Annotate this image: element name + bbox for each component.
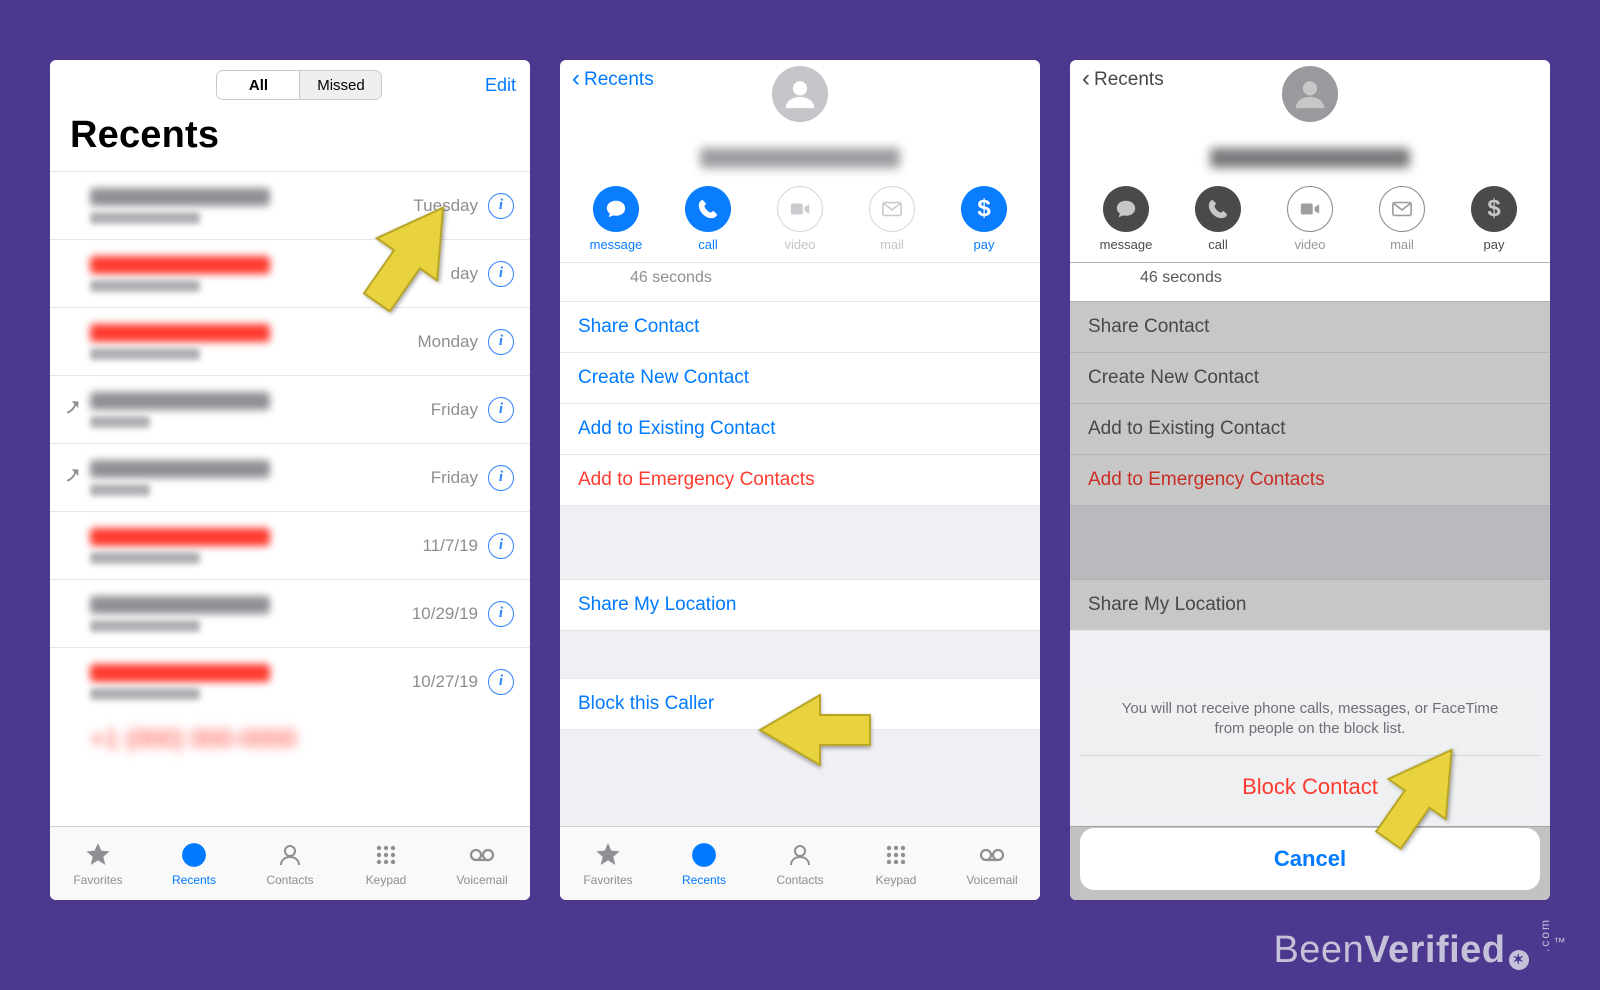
call-duration: 46 seconds bbox=[560, 262, 1040, 301]
clock-icon bbox=[180, 841, 208, 869]
tab-keypad[interactable]: Keypad bbox=[848, 827, 944, 900]
tab-contacts[interactable]: Contacts bbox=[752, 827, 848, 900]
segment-missed[interactable]: Missed bbox=[299, 71, 381, 99]
action-call[interactable]: call bbox=[672, 186, 744, 252]
screenshot-block-confirm: ‹ Recents message call video mail $pay 4… bbox=[1070, 60, 1550, 900]
person-icon bbox=[276, 841, 304, 869]
tab-voicemail[interactable]: Voicemail bbox=[944, 827, 1040, 900]
screenshot-contact-card: ‹ Recents message call video mail bbox=[560, 60, 1040, 900]
add-emergency-contacts-button: Add to Emergency Contacts bbox=[1070, 454, 1550, 505]
message-icon bbox=[593, 186, 639, 232]
back-chevron-icon: ‹ bbox=[1082, 67, 1090, 91]
cancel-button[interactable]: Cancel bbox=[1080, 828, 1540, 890]
mail-icon bbox=[869, 186, 915, 232]
section-gap bbox=[560, 505, 1040, 579]
page-title: Recents bbox=[50, 106, 530, 171]
recent-call-row[interactable]: 10/27/19 i bbox=[50, 647, 530, 715]
add-emergency-contacts-button[interactable]: Add to Emergency Contacts bbox=[560, 454, 1040, 505]
tab-recents[interactable]: Recents bbox=[656, 827, 752, 900]
action-mail: mail bbox=[856, 186, 928, 252]
recents-list[interactable]: Tuesday i day i Monday i Friday bbox=[50, 171, 530, 826]
info-icon[interactable]: i bbox=[488, 261, 514, 287]
back-chevron-icon[interactable]: ‹ bbox=[572, 67, 580, 91]
voicemail-icon bbox=[468, 841, 496, 869]
tab-keypad[interactable]: Keypad bbox=[338, 827, 434, 900]
add-existing-contact-button[interactable]: Add to Existing Contact bbox=[560, 403, 1040, 454]
action-sheet: You will not receive phone calls, messag… bbox=[1080, 683, 1540, 891]
action-buttons-row: message call video mail $ pay bbox=[560, 168, 1040, 262]
recent-call-row[interactable]: Friday i bbox=[50, 375, 530, 443]
info-icon[interactable]: i bbox=[488, 465, 514, 491]
call-date: Friday bbox=[431, 468, 478, 488]
pay-icon: $ bbox=[961, 186, 1007, 232]
block-this-caller-button[interactable]: Block this Caller bbox=[560, 678, 1040, 729]
info-icon[interactable]: i bbox=[488, 533, 514, 559]
call-date: Tuesday bbox=[413, 196, 478, 216]
tab-favorites[interactable]: Favorites bbox=[50, 827, 146, 900]
tab-contacts[interactable]: Contacts bbox=[242, 827, 338, 900]
watermark-logo: BeenVerified✶ .com™ bbox=[1273, 928, 1566, 972]
call-date: 10/29/19 bbox=[412, 604, 478, 624]
call-date: Monday bbox=[418, 332, 478, 352]
info-icon[interactable]: i bbox=[488, 329, 514, 355]
nav-bar: ‹ Recents bbox=[560, 60, 1040, 92]
video-icon bbox=[777, 186, 823, 232]
create-new-contact-button: Create New Contact bbox=[1070, 352, 1550, 403]
info-icon[interactable]: i bbox=[488, 193, 514, 219]
recent-call-row[interactable]: day i bbox=[50, 239, 530, 307]
info-icon[interactable]: i bbox=[488, 397, 514, 423]
tab-bar: Favorites Recents Contacts Keypad Voicem… bbox=[560, 826, 1040, 900]
share-contact-button[interactable]: Share Contact bbox=[560, 301, 1040, 352]
nav-bar: All Missed Edit bbox=[50, 60, 530, 106]
share-my-location-button: Share My Location bbox=[1070, 579, 1550, 630]
recent-call-row[interactable]: 11/7/19 i bbox=[50, 511, 530, 579]
edit-button[interactable]: Edit bbox=[485, 75, 516, 96]
star-icon bbox=[84, 841, 112, 869]
keypad-icon bbox=[372, 841, 400, 869]
back-button[interactable]: Recents bbox=[584, 69, 654, 91]
action-video: video bbox=[764, 186, 836, 252]
segment-all[interactable]: All bbox=[217, 71, 299, 99]
outgoing-call-icon bbox=[62, 400, 84, 419]
action-pay[interactable]: $ pay bbox=[948, 186, 1020, 252]
share-my-location-button[interactable]: Share My Location bbox=[560, 579, 1040, 630]
recent-call-row[interactable]: 10/29/19 i bbox=[50, 579, 530, 647]
outgoing-call-icon bbox=[62, 468, 84, 487]
tab-favorites[interactable]: Favorites bbox=[560, 827, 656, 900]
call-date: day bbox=[451, 264, 478, 284]
section-gap bbox=[560, 630, 1040, 678]
tab-recents[interactable]: Recents bbox=[146, 827, 242, 900]
action-sheet-message: You will not receive phone calls, messag… bbox=[1080, 683, 1540, 756]
partial-row: +1 (000) 000-0000 bbox=[50, 715, 530, 754]
back-button: Recents bbox=[1094, 69, 1164, 91]
call-duration: 46 seconds bbox=[1070, 262, 1550, 301]
action-message[interactable]: message bbox=[580, 186, 652, 252]
nav-bar: ‹ Recents bbox=[1070, 60, 1550, 92]
phone-icon bbox=[685, 186, 731, 232]
recent-call-row[interactable]: Tuesday i bbox=[50, 171, 530, 239]
recent-call-row[interactable]: Friday i bbox=[50, 443, 530, 511]
add-existing-contact-button: Add to Existing Contact bbox=[1070, 403, 1550, 454]
tab-bar: Favorites Recents Contacts Keypad bbox=[50, 826, 530, 900]
check-badge-icon: ✶ bbox=[1509, 950, 1529, 970]
info-icon[interactable]: i bbox=[488, 669, 514, 695]
avatar-icon bbox=[772, 66, 828, 122]
screenshot-recents-list: All Missed Edit Recents Tuesday i day i bbox=[50, 60, 530, 900]
share-contact-button: Share Contact bbox=[1070, 301, 1550, 352]
create-new-contact-button[interactable]: Create New Contact bbox=[560, 352, 1040, 403]
call-date: 11/7/19 bbox=[423, 536, 478, 556]
contact-number-blurred bbox=[700, 148, 900, 168]
info-icon[interactable]: i bbox=[488, 601, 514, 627]
recent-call-row[interactable]: Monday i bbox=[50, 307, 530, 375]
call-date: 10/27/19 bbox=[412, 672, 478, 692]
segmented-control: All Missed bbox=[216, 70, 382, 100]
tab-voicemail[interactable]: Voicemail bbox=[434, 827, 530, 900]
block-contact-button[interactable]: Block Contact bbox=[1080, 755, 1540, 818]
call-date: Friday bbox=[431, 400, 478, 420]
